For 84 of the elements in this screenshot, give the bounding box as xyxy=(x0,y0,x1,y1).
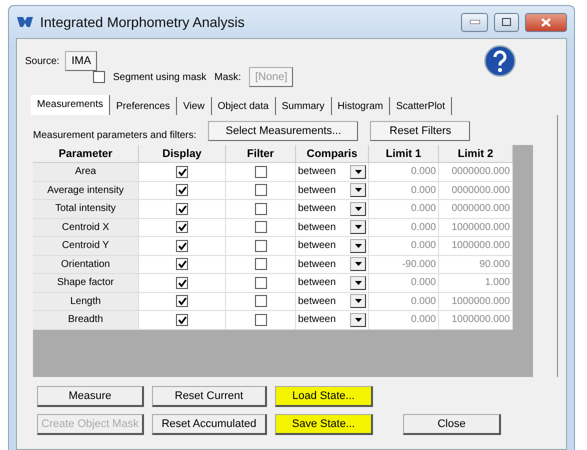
column-header: Display xyxy=(139,145,226,163)
table-cell: 0000000.000 xyxy=(439,182,513,200)
checkbox[interactable] xyxy=(176,276,188,289)
column-header: Limit 2 xyxy=(439,145,513,163)
checkbox[interactable] xyxy=(176,166,188,178)
table-cell: Total intensity xyxy=(33,200,139,218)
app-logo-icon xyxy=(16,15,34,29)
checkbox[interactable] xyxy=(176,221,188,234)
maximize-button[interactable] xyxy=(494,12,519,32)
column-header: Filter xyxy=(226,145,296,163)
caret-icon xyxy=(354,170,362,174)
minimize-button[interactable] xyxy=(461,12,488,32)
segment-label: Segment using mask xyxy=(113,72,206,82)
table-cell: Breadth xyxy=(33,311,139,330)
column-header: Comparis xyxy=(296,145,369,163)
source-label: Source: xyxy=(25,56,60,66)
table-cell: 0.000 xyxy=(369,182,439,200)
table-cell: Length xyxy=(33,292,139,311)
checkbox[interactable] xyxy=(254,184,266,196)
table-cell: 0000000.000 xyxy=(439,200,513,218)
checkbox[interactable] xyxy=(254,221,266,234)
table-cell: 0000000.000 xyxy=(439,163,513,182)
caret-icon xyxy=(354,244,362,248)
minimize-icon xyxy=(470,20,480,24)
table-cell: Centroid Y xyxy=(33,237,139,256)
action-button[interactable]: Reset Current xyxy=(152,386,267,407)
action-button[interactable]: Close xyxy=(403,414,501,435)
close-icon xyxy=(541,18,551,26)
table-cell: 1000000.000 xyxy=(439,237,513,256)
close-button[interactable] xyxy=(525,12,567,32)
checkbox[interactable] xyxy=(254,166,266,178)
table-cell: 1.000 xyxy=(439,274,513,292)
help-icon[interactable] xyxy=(484,45,516,77)
column-header: Limit 1 xyxy=(369,145,439,163)
checkbox[interactable] xyxy=(176,202,188,215)
table-cell: Shape factor xyxy=(33,274,139,292)
checkbox[interactable] xyxy=(176,295,188,308)
checkbox[interactable] xyxy=(176,314,188,326)
table-cell: Area xyxy=(33,163,139,182)
caret-icon xyxy=(354,280,362,285)
checkbox[interactable] xyxy=(176,258,188,270)
window-title: Integrated Morphometry Analysis xyxy=(40,14,246,30)
table-cell: Orientation xyxy=(33,256,139,274)
source-button[interactable]: IMA xyxy=(65,51,98,71)
checkbox[interactable] xyxy=(176,184,188,196)
maximize-icon xyxy=(502,18,511,26)
action-button[interactable]: Reset Accumulated xyxy=(152,414,267,435)
caret-icon xyxy=(354,188,362,192)
table-cell: 0.000 xyxy=(369,237,439,256)
action-button[interactable]: Load State... xyxy=(275,386,373,407)
table-cell: -90.000 xyxy=(369,256,439,274)
checkbox[interactable] xyxy=(254,202,266,215)
checkbox[interactable] xyxy=(254,295,266,308)
table-cell: 0.000 xyxy=(369,218,439,237)
action-button[interactable]: Measure xyxy=(37,386,144,407)
table-cell: 90.000 xyxy=(439,256,513,274)
table-cell: 0.000 xyxy=(369,200,439,218)
tab[interactable]: Measurements xyxy=(31,95,110,115)
checkbox[interactable] xyxy=(254,276,266,289)
table-cell: Centroid X xyxy=(33,218,139,237)
caret-icon xyxy=(354,318,362,322)
caret-icon xyxy=(354,225,362,230)
table-cell: 0.000 xyxy=(369,311,439,330)
checkbox[interactable] xyxy=(93,71,105,83)
table-cell: 0.000 xyxy=(369,292,439,311)
table-cell: 1000000.000 xyxy=(439,218,513,237)
reset-filters-button[interactable]: Reset Filters xyxy=(370,121,470,141)
filters-label: Measurement parameters and filters: xyxy=(33,130,196,140)
caret-icon xyxy=(354,262,362,266)
table-cell: Average intensity xyxy=(33,182,139,200)
checkbox[interactable] xyxy=(176,240,188,252)
table-cell: 1000000.000 xyxy=(439,311,513,330)
table-cell: 1000000.000 xyxy=(439,292,513,311)
caret-icon xyxy=(354,206,362,211)
column-header: Parameter xyxy=(33,145,139,163)
action-button[interactable]: Save State... xyxy=(275,414,373,435)
caret-icon xyxy=(354,299,362,304)
checkbox[interactable] xyxy=(254,240,266,252)
mask-label: Mask: xyxy=(214,72,242,82)
checkbox[interactable] xyxy=(254,258,266,270)
table-cell: 0.000 xyxy=(369,163,439,182)
table-cell: 0.000 xyxy=(369,274,439,292)
select-measurements-button[interactable]: Select Measurements... xyxy=(208,121,358,141)
checkbox[interactable] xyxy=(254,314,266,326)
